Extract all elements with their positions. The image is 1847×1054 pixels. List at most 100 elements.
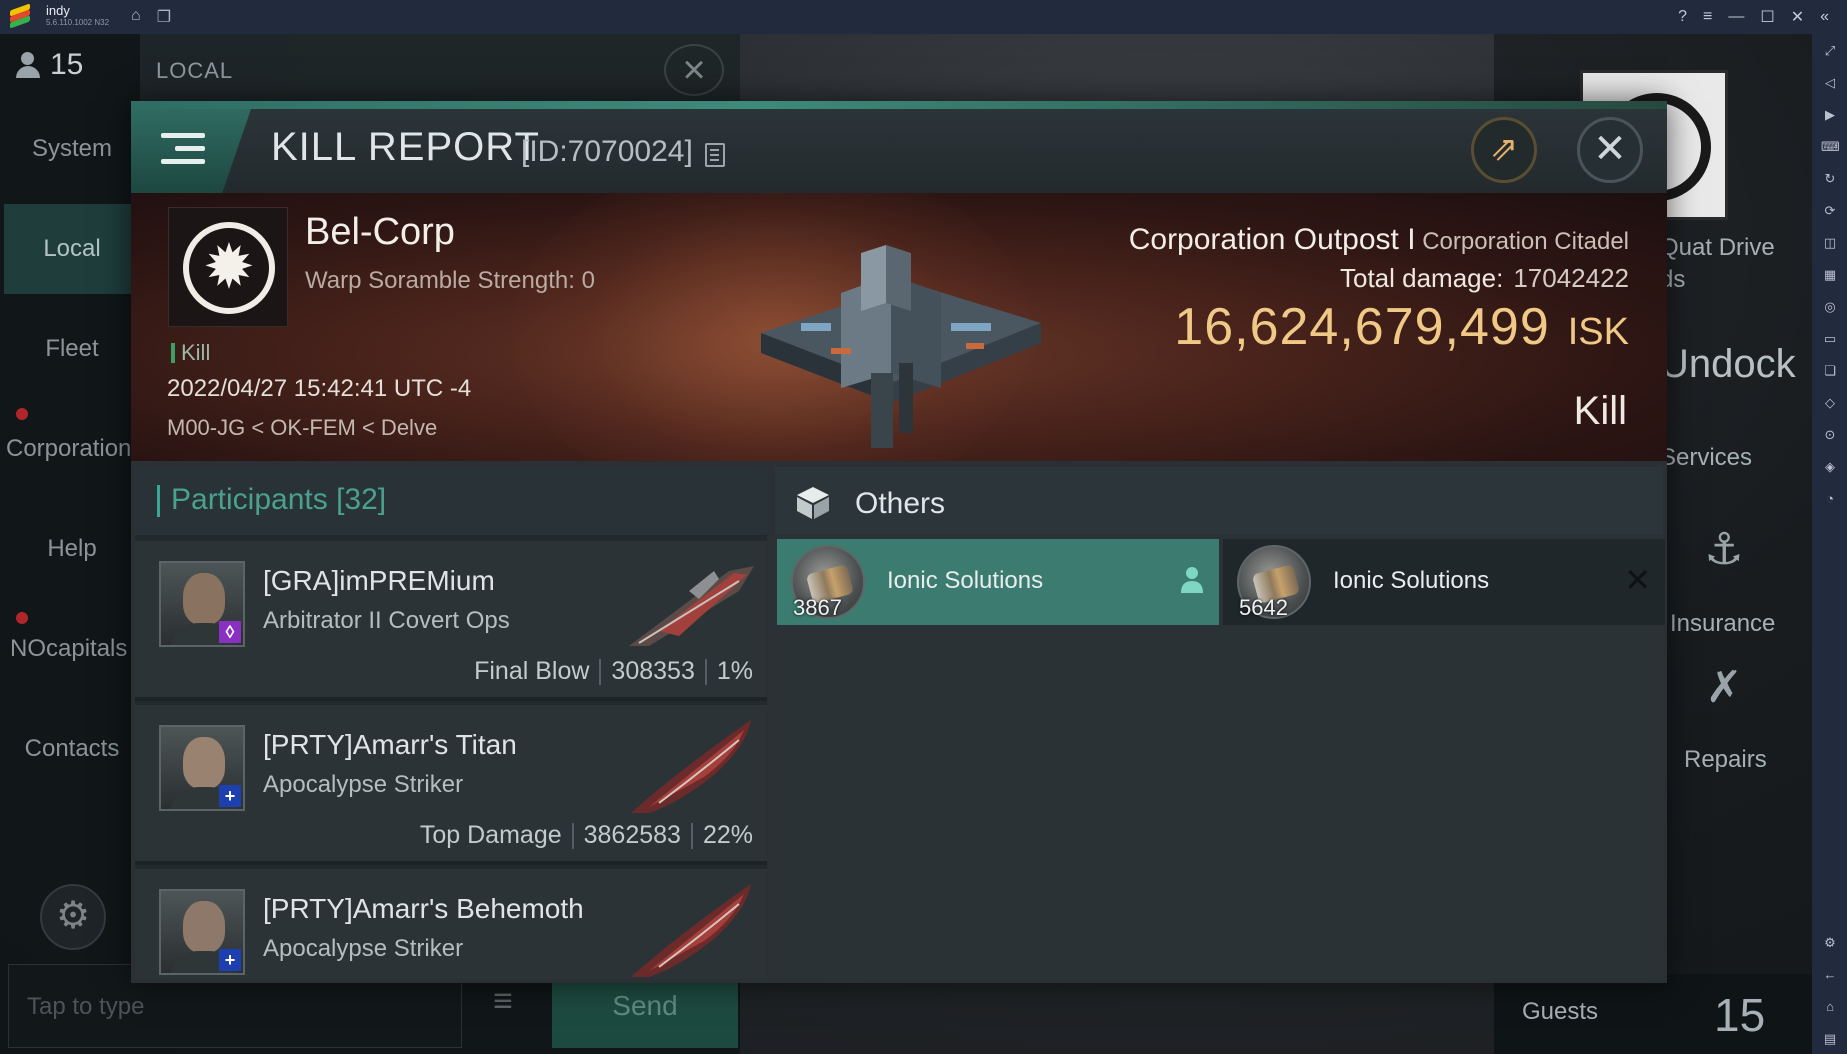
apk-icon[interactable]: ▦ xyxy=(1821,266,1839,284)
item-name: Ionic Solutions xyxy=(887,567,1044,594)
chat-menu-icon[interactable]: ≡ xyxy=(468,982,538,1032)
collapse-icon[interactable]: « xyxy=(1820,8,1829,26)
insurance-icon[interactable]: ⚓ xyxy=(1694,524,1754,575)
modal-header: KILL REPORT [ID:7070024] ⇗ ✕ xyxy=(131,109,1667,193)
maximize-icon[interactable]: ☐ xyxy=(1760,7,1774,27)
victim-ship[interactable]: Corporation Outpost I Corporation Citade… xyxy=(1129,223,1629,257)
share-button[interactable]: ⇗ xyxy=(1471,117,1537,183)
multi-instance-icon[interactable]: ❐ xyxy=(157,7,171,27)
keyboard-icon[interactable]: ⌨ xyxy=(1821,138,1840,156)
diamond-icon: ◊ xyxy=(219,621,241,643)
pilot-avatar[interactable]: + xyxy=(159,889,245,975)
close-button[interactable]: ✕ xyxy=(1577,117,1643,183)
kill-location[interactable]: M00-JG < OK-FEM < Delve xyxy=(167,415,437,441)
corp-logo[interactable]: ✹ xyxy=(168,207,288,327)
sun-emblem-icon: ✹ xyxy=(203,233,255,302)
rotate-icon[interactable]: ↻ xyxy=(1821,170,1839,188)
total-damage: Total damage: 17042422 xyxy=(1339,263,1629,293)
repairs-label[interactable]: Repairs xyxy=(1684,746,1767,774)
victim-banner: ✹ Bel-Corp Warp Soramble Strength: 0 Kil… xyxy=(131,193,1667,461)
chat-tab-local[interactable]: Local xyxy=(4,204,140,294)
chat-tab-corporation[interactable]: Corporation xyxy=(4,404,140,494)
layers-icon[interactable]: ◈ xyxy=(1821,458,1839,476)
warp-scramble-strength: Warp Soramble Strength: 0 xyxy=(305,267,595,294)
location-icon[interactable]: ⊙ xyxy=(1821,426,1839,444)
pilot-name: [PRTY]Amarr's Titan xyxy=(263,729,517,760)
others-header: Others xyxy=(775,467,1663,535)
settings-icon[interactable]: ⚙ xyxy=(1821,934,1839,952)
participants-panel: Participants [32] ◊ [GRA]imPREMium Arbit… xyxy=(135,467,767,979)
back-icon[interactable]: ← xyxy=(1821,966,1839,984)
chat-tab-help[interactable]: Help xyxy=(4,504,140,594)
cube-icon xyxy=(797,487,829,519)
recent-icon[interactable]: ▤ xyxy=(1821,1030,1839,1048)
close-icon[interactable]: ✕ xyxy=(1791,7,1804,27)
home-icon[interactable]: ⌂ xyxy=(1821,998,1839,1016)
modal-accent xyxy=(131,101,1667,109)
pilot-name: [PRTY]Amarr's Behemoth xyxy=(263,893,584,924)
pilot-ship: Apocalypse Striker xyxy=(263,935,464,962)
app-version: 5.6.110.1002 N32 xyxy=(46,18,110,27)
pilot-ship: Apocalypse Striker xyxy=(263,771,464,798)
folder-icon[interactable]: ▭ xyxy=(1821,330,1839,348)
home-icon[interactable]: ⌂ xyxy=(131,7,141,27)
pilot-avatar[interactable]: + xyxy=(159,725,245,811)
media-icon[interactable]: ▶ xyxy=(1821,106,1839,124)
item-card[interactable]: 5642 Ionic Solutions ✕ xyxy=(1223,539,1665,625)
participants-label: Participants xyxy=(171,483,328,516)
gamepad-icon[interactable]: ◫ xyxy=(1821,234,1839,252)
item-quantity: 3867 xyxy=(793,595,842,620)
undock-button[interactable]: Undock xyxy=(1660,342,1796,387)
share-icon: ⇗ xyxy=(1489,130,1519,168)
volume-icon[interactable]: ◁ xyxy=(1821,74,1839,92)
guests-bar[interactable]: Guests 15 xyxy=(1494,974,1812,1054)
victim-corp-name[interactable]: Bel-Corp xyxy=(305,211,455,254)
help-icon[interactable]: ? xyxy=(1678,8,1687,26)
chat-tab-fleet[interactable]: Fleet xyxy=(4,304,140,394)
repairs-icon[interactable]: ✗ xyxy=(1694,662,1754,713)
erase-icon[interactable]: ◇ xyxy=(1821,394,1839,412)
ship-image xyxy=(631,720,751,813)
person-icon xyxy=(1181,567,1203,593)
participant-row[interactable]: + [PRTY]Amarr's Behemoth Apocalypse Stri… xyxy=(135,869,767,979)
pilot-ship: Arbitrator II Covert Ops xyxy=(263,607,510,634)
participants-count: [32] xyxy=(336,483,387,516)
emulator-title: indy 5.6.110.1002 N32 xyxy=(46,4,110,29)
participant-row[interactable]: ◊ [GRA]imPREMium Arbitrator II Covert Op… xyxy=(135,541,767,701)
isk-value: 16,624,679,499 ISK xyxy=(1174,298,1629,356)
emulator-sidebar: ⤢ ◁ ▶ ⌨ ↻ ⟳ ◫ ▦ ◎ ▭ ❏ ◇ ⊙ ◈ ◔ ⚙ ← ⌂ ▤ xyxy=(1812,34,1847,1054)
hamburger-icon xyxy=(161,129,205,169)
chat-tab-nocapitals[interactable]: NOcapitals xyxy=(4,604,140,694)
item-name: Ionic Solutions xyxy=(1333,567,1490,594)
pilot-avatar[interactable]: ◊ xyxy=(159,561,245,647)
item-card[interactable]: 3867 Ionic Solutions xyxy=(777,539,1219,625)
close-icon: ✕ xyxy=(1593,127,1627,171)
menu-button[interactable] xyxy=(131,109,251,193)
result-label: Kill xyxy=(1573,389,1627,433)
copy-icon[interactable]: ❏ xyxy=(1821,362,1839,380)
chat-settings-gear-icon[interactable]: ⚙ xyxy=(40,884,106,950)
bluestacks-logo-icon xyxy=(10,3,34,29)
modal-title: KILL REPORT xyxy=(271,125,540,169)
chat-close-button[interactable]: × xyxy=(664,44,724,96)
fullscreen-icon[interactable]: ⤢ xyxy=(1821,42,1839,60)
menu-icon[interactable]: ≡ xyxy=(1703,8,1712,26)
chat-tab-contacts[interactable]: Contacts xyxy=(4,704,140,794)
kill-timestamp: 2022/04/27 15:42:41 UTC -4 xyxy=(167,375,472,402)
destroyed-x-icon: ✕ xyxy=(1624,562,1651,598)
sync-icon[interactable]: ⟳ xyxy=(1821,202,1839,220)
chat-tab-system[interactable]: System xyxy=(4,104,140,194)
eco-icon[interactable]: ◔ xyxy=(1821,490,1839,508)
others-panel: Others 3867 Ionic Solutions 5642 Ionic S… xyxy=(775,467,1665,979)
kill-report-modal: KILL REPORT [ID:7070024] ⇗ ✕ ✹ Bel-Corp … xyxy=(131,101,1667,983)
pilot-name: [GRA]imPREMium xyxy=(263,565,495,596)
insurance-label[interactable]: Insurance xyxy=(1670,610,1775,638)
screenshot-icon[interactable]: ◎ xyxy=(1821,298,1839,316)
emulator-title-bar: indy 5.6.110.1002 N32 ⌂ ❐ ? ≡ — ☐ ✕ « xyxy=(0,0,1847,34)
ship-image xyxy=(631,884,751,977)
participant-row[interactable]: + [PRTY]Amarr's Titan Apocalypse Striker… xyxy=(135,705,767,865)
minimize-icon[interactable]: — xyxy=(1728,8,1744,26)
copy-id-icon[interactable] xyxy=(705,143,725,167)
person-icon xyxy=(16,50,40,80)
ship-image xyxy=(629,566,754,646)
